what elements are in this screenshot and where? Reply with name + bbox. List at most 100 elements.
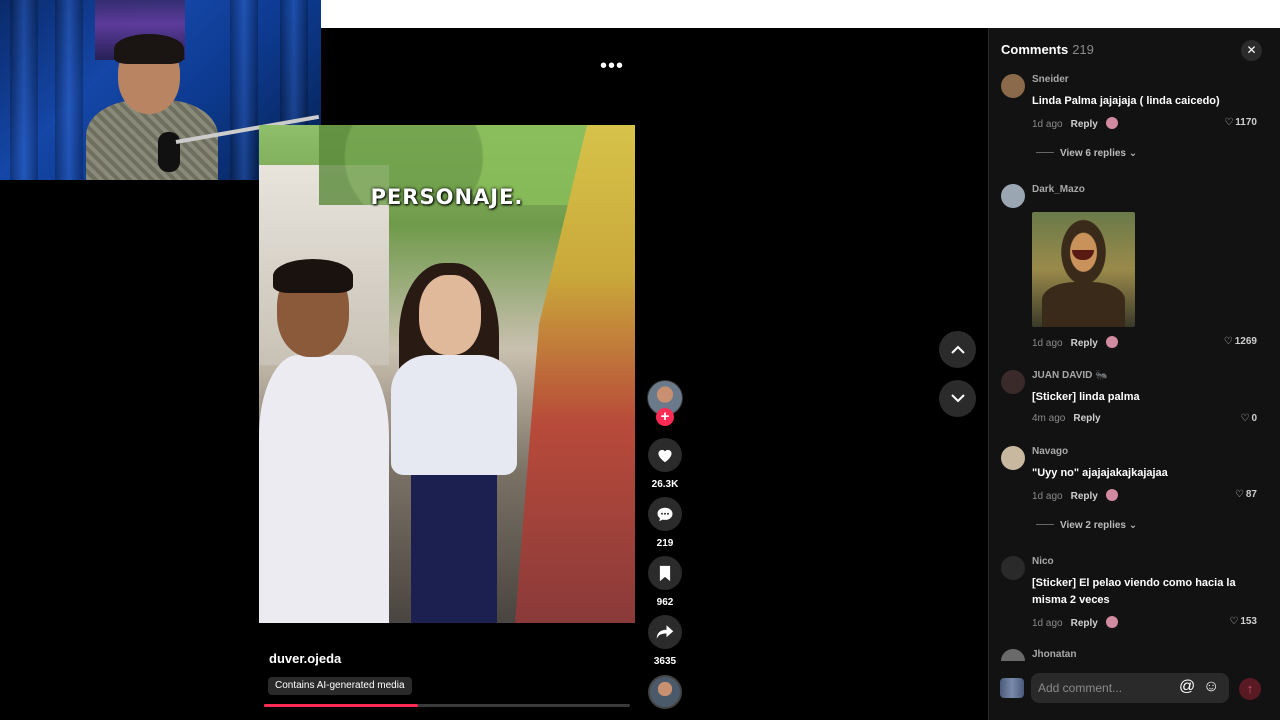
next-video-button[interactable] <box>939 380 976 417</box>
video-girl <box>389 263 519 623</box>
creator-liked-icon <box>1105 616 1118 628</box>
comment-like-button[interactable]: ♡ 87 <box>1235 489 1257 500</box>
comment-username[interactable]: Jhonatan <box>1032 649 1076 660</box>
add-comment-input[interactable]: Add comment... @ ☺ <box>1031 673 1229 703</box>
comment-time: 1d ago <box>1032 119 1063 130</box>
comments-count: 219 <box>1072 42 1094 57</box>
comment-username[interactable]: Nico <box>1032 556 1054 567</box>
arrow-up-icon: ↑ <box>1246 681 1254 696</box>
comment-like-button[interactable]: ♡ 1269 <box>1224 336 1257 347</box>
video-caption-overlay: PERSONAJE. <box>370 185 524 209</box>
commenter-avatar[interactable] <box>1001 556 1025 580</box>
comment-like-count: 1170 <box>1235 117 1257 128</box>
comment-meta: 1d ago Reply <box>1032 489 1118 502</box>
comments-header: Comments 219 <box>1001 42 1094 57</box>
comment-meta: 1d ago Reply <box>1032 336 1118 349</box>
more-options-icon[interactable]: ••• <box>600 55 624 78</box>
mention-icon[interactable]: @ <box>1179 678 1195 696</box>
comment-like-count: 87 <box>1245 489 1257 500</box>
follow-plus-icon[interactable]: + <box>656 408 674 426</box>
comment-meta: 1d ago Reply <box>1032 616 1118 629</box>
screen: ••• PERSONAJE. duver.ojeda Contains AI-g… <box>0 0 1280 720</box>
commenter-avatar[interactable] <box>1001 446 1025 470</box>
browser-top-bar <box>321 0 1280 28</box>
girl-uniform <box>391 355 517 475</box>
commenter-avatar[interactable] <box>1001 74 1025 98</box>
video-player[interactable]: PERSONAJE. <box>259 125 635 623</box>
view-replies-label: View 2 replies <box>1060 520 1126 531</box>
streamer-hair <box>114 34 184 64</box>
comment-time: 1d ago <box>1032 338 1063 349</box>
comment-time: 1d ago <box>1032 491 1063 502</box>
add-comment-placeholder: Add comment... <box>1038 681 1123 695</box>
music-disc-avatar[interactable] <box>648 675 682 709</box>
divider-line <box>1036 152 1054 153</box>
view-replies-button[interactable]: View 6 replies ⌄ <box>1036 148 1137 159</box>
video-boy <box>259 259 389 623</box>
comment-item: Jhonatan <box>989 649 1280 661</box>
video-author[interactable]: duver.ojeda <box>269 651 341 666</box>
comment-text: [Sticker] El pelao viendo como hacia la … <box>1032 577 1236 606</box>
comment-text: Linda Palma jajajaja ( linda caicedo) <box>1032 95 1220 107</box>
heart-outline-icon: ♡ <box>1240 413 1250 424</box>
share-button[interactable] <box>648 615 682 649</box>
save-button[interactable] <box>648 556 682 590</box>
girl-face <box>419 275 481 355</box>
creator-liked-icon <box>1105 117 1118 129</box>
creator-liked-icon <box>1105 336 1118 348</box>
post-comment-button[interactable]: ↑ <box>1239 678 1261 700</box>
commenter-avatar[interactable] <box>1001 649 1025 661</box>
share-arrow-icon <box>656 625 674 639</box>
boy-hair <box>273 259 353 293</box>
reply-button[interactable]: Reply <box>1071 491 1098 502</box>
comment-button[interactable] <box>648 497 682 531</box>
commenter-avatar[interactable] <box>1001 184 1025 208</box>
previous-video-button[interactable] <box>939 331 976 368</box>
reply-button[interactable]: Reply <box>1071 119 1098 130</box>
comment-username[interactable]: Sneider <box>1032 74 1069 85</box>
girl-pants <box>411 475 497 623</box>
progress-fill <box>264 704 418 707</box>
like-button[interactable] <box>648 438 682 472</box>
close-comments-button[interactable]: ✕ <box>1241 40 1262 61</box>
comment-username[interactable]: Dark_Mazo <box>1032 184 1085 195</box>
chevron-up-icon <box>950 345 965 354</box>
comment-text: [Sticker] linda palma <box>1032 391 1140 403</box>
creator-liked-icon <box>1105 489 1118 501</box>
chevron-down-icon <box>950 394 965 403</box>
comments-panel: Comments 219 ✕ Sneider Linda Palma jajaja… <box>988 28 1280 720</box>
current-user-avatar <box>1000 678 1024 698</box>
sticker-figure <box>1042 282 1125 327</box>
heart-outline-icon: ♡ <box>1224 117 1234 128</box>
comment-meta: 4m ago Reply <box>1032 413 1101 424</box>
video-progress-bar[interactable] <box>264 704 630 707</box>
comment-like-count: 153 <box>1240 616 1257 627</box>
comment-meta: 1d ago Reply <box>1032 117 1118 130</box>
comment-bubble-icon <box>657 507 673 521</box>
comment-sticker-image[interactable] <box>1032 212 1135 327</box>
comments-title: Comments <box>1001 42 1069 57</box>
comment-count: 219 <box>656 538 674 549</box>
comment-username[interactable]: Navago <box>1032 446 1068 457</box>
reply-button[interactable]: Reply <box>1073 413 1100 424</box>
comment-like-button[interactable]: ♡ 1170 <box>1224 117 1257 128</box>
heart-outline-icon: ♡ <box>1229 616 1239 627</box>
reply-button[interactable]: Reply <box>1071 618 1098 629</box>
bookmark-icon <box>659 565 671 581</box>
comment-username[interactable]: JUAN DAVID 🐜 <box>1032 370 1108 381</box>
view-replies-button[interactable]: View 2 replies ⌄ <box>1036 520 1137 531</box>
share-count: 3635 <box>653 656 677 667</box>
save-count: 962 <box>656 597 674 608</box>
heart-icon <box>658 449 672 463</box>
commenter-avatar[interactable] <box>1001 370 1025 394</box>
divider-line <box>1036 524 1054 525</box>
comment-like-button[interactable]: ♡ 153 <box>1229 616 1257 627</box>
chevron-down-icon: ⌄ <box>1128 520 1138 531</box>
emoji-icon[interactable]: ☺ <box>1203 678 1219 696</box>
reply-button[interactable]: Reply <box>1071 338 1098 349</box>
comment-like-count: 0 <box>1251 413 1257 424</box>
comment-like-button[interactable]: ♡ 0 <box>1240 413 1257 424</box>
heart-outline-icon: ♡ <box>1234 489 1244 500</box>
heart-outline-icon: ♡ <box>1223 336 1233 347</box>
like-count: 26.3K <box>651 479 679 490</box>
